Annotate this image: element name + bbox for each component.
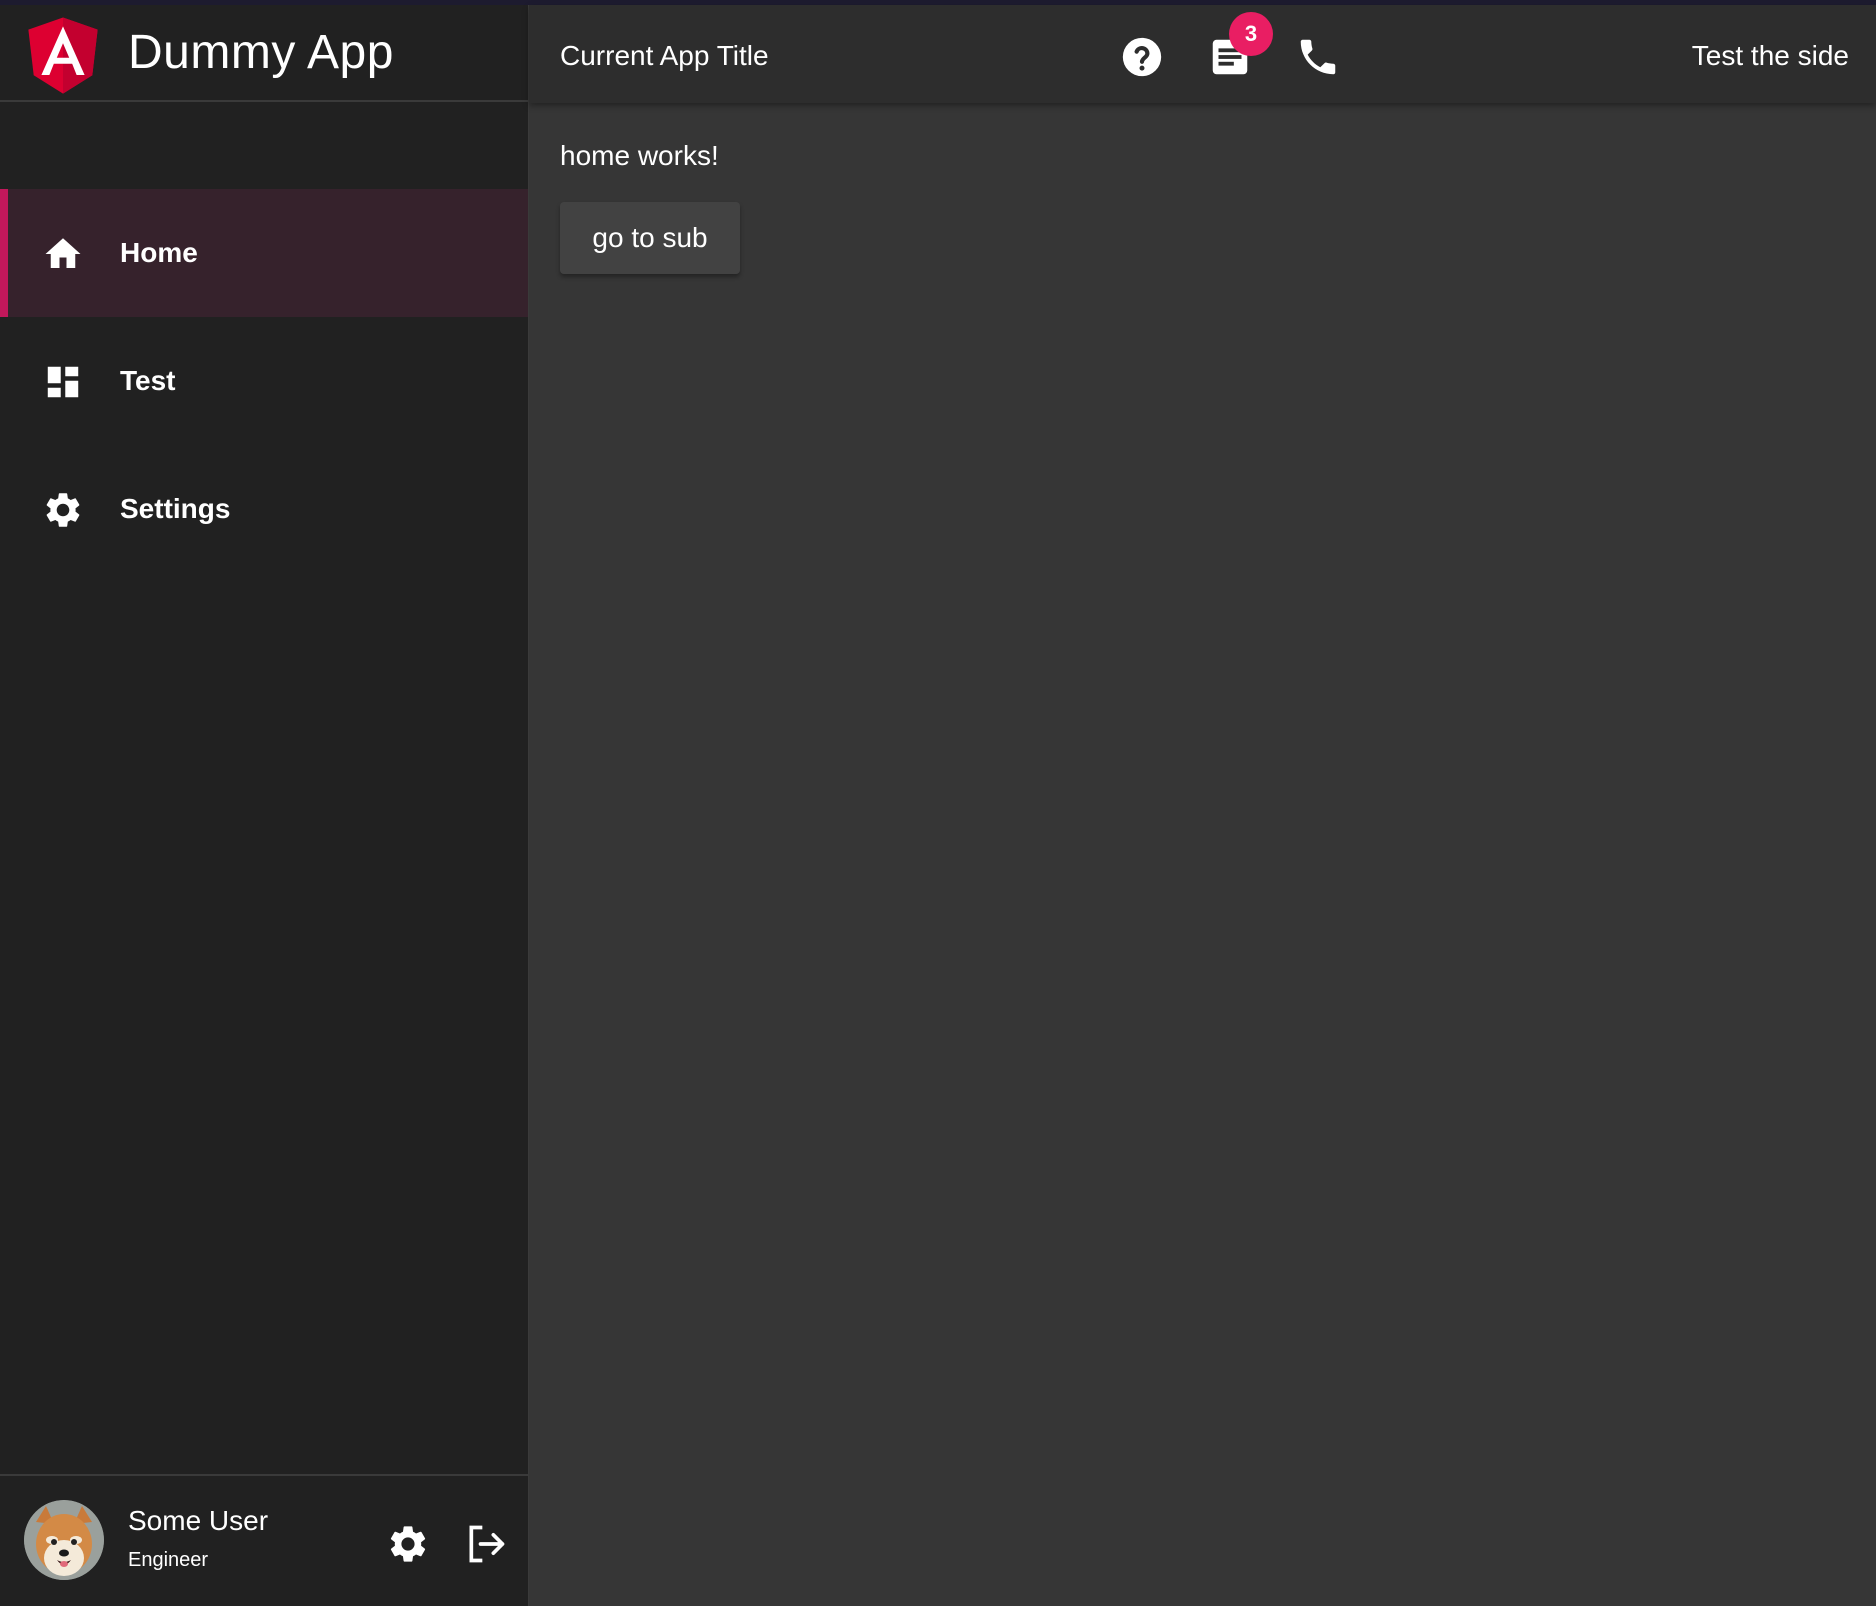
dashboard-icon — [46, 365, 80, 399]
sidebar-item-test[interactable]: Test — [0, 317, 528, 445]
logout-icon[interactable] — [464, 1522, 508, 1566]
app-shell: Dummy App Home Test Settings Some User E… — [0, 5, 1876, 1606]
top-toolbar: Current App Title 3 Test the side — [529, 5, 1876, 103]
notification-count-badge: 3 — [1229, 12, 1273, 56]
main-content: home works! go to sub — [529, 103, 1876, 1606]
shiba-avatar-icon — [24, 1500, 104, 1580]
user-panel: Some User Engineer — [0, 1474, 528, 1606]
page-title: Current App Title — [560, 40, 769, 71]
brand-header: Dummy App — [0, 5, 528, 102]
help-icon[interactable] — [1119, 34, 1165, 80]
user-role: Engineer — [128, 1549, 209, 1571]
sidebar: Dummy App Home Test Settings Some User E… — [0, 5, 529, 1606]
sidebar-item-label: Settings — [120, 493, 231, 524]
phone-icon[interactable] — [1295, 34, 1341, 80]
sidebar-item-home[interactable]: Home — [0, 189, 528, 317]
sidebar-item-label: Test — [120, 365, 176, 396]
go-to-sub-button[interactable]: go to sub — [560, 202, 740, 274]
avatar — [24, 1500, 104, 1580]
angular-logo-icon — [28, 17, 98, 94]
home-text: home works! — [560, 140, 719, 171]
sidebar-item-label: Home — [120, 237, 198, 268]
sidebar-item-settings[interactable]: Settings — [0, 445, 528, 573]
home-icon — [45, 238, 81, 268]
user-name: Some User — [128, 1505, 269, 1536]
user-settings-gear-icon[interactable] — [386, 1522, 430, 1566]
app-name: Dummy App — [128, 26, 394, 79]
sidebar-nav: Home Test Settings — [0, 189, 528, 573]
test-side-link[interactable]: Test the side — [1692, 39, 1849, 73]
gear-icon — [46, 493, 80, 527]
